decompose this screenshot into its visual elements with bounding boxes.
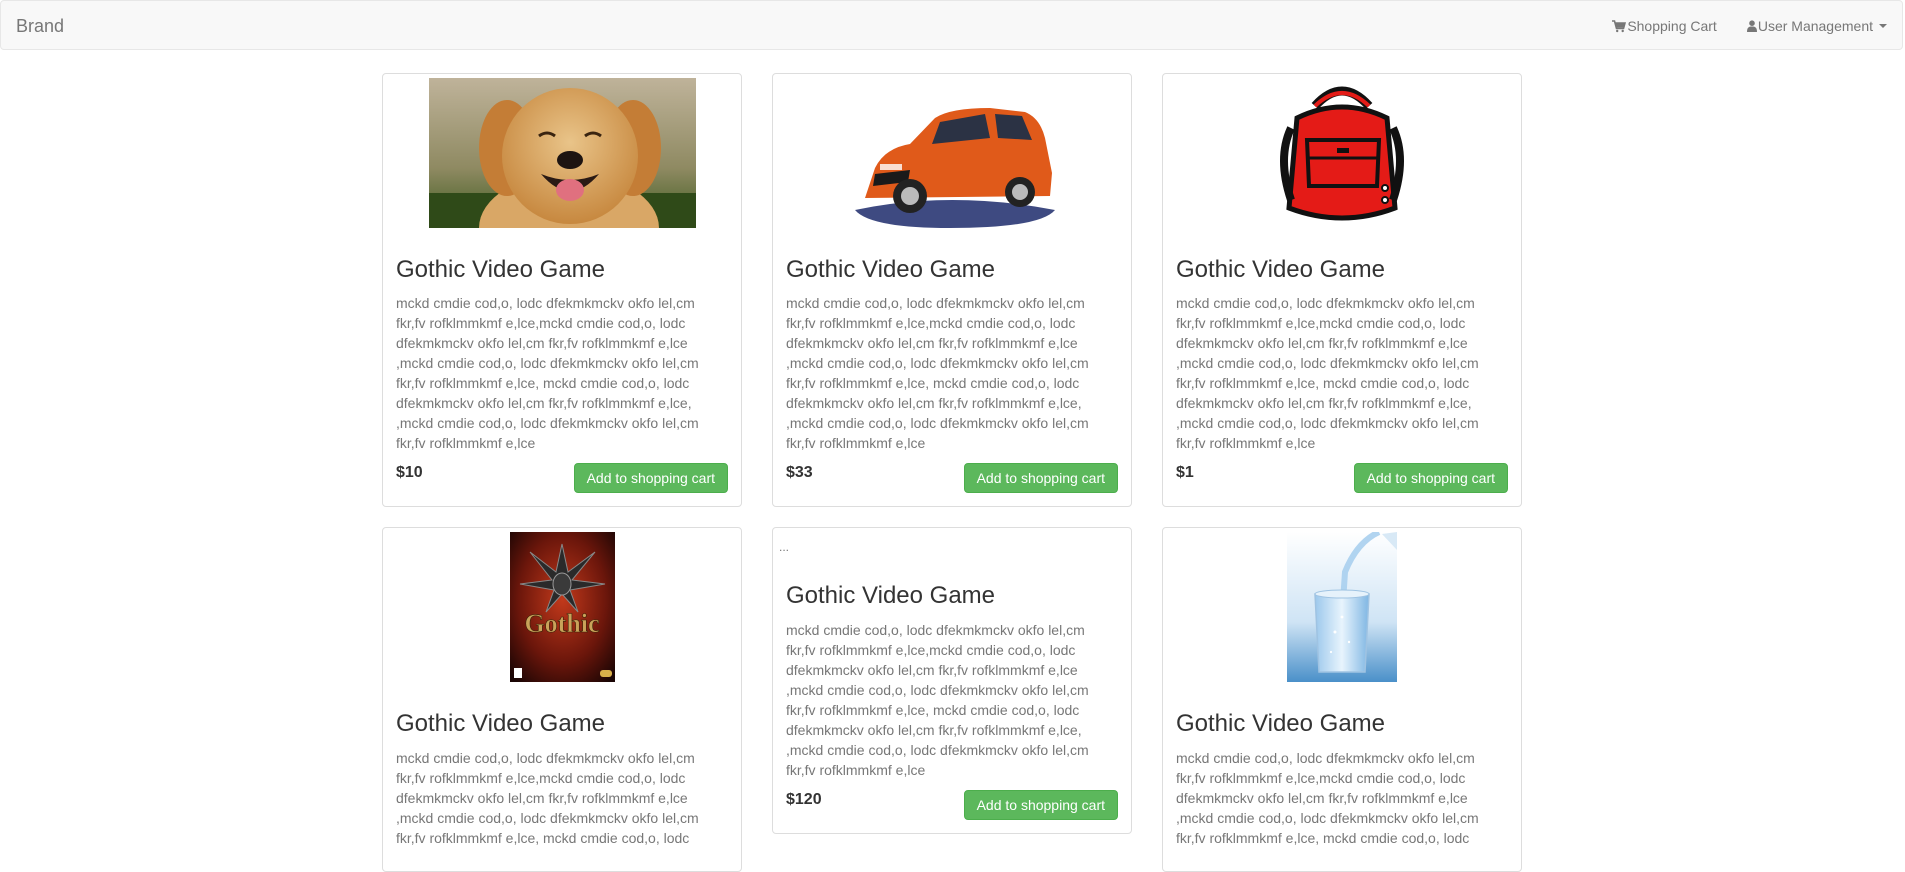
product-card: ... Gothic Video Game mckd cmdie cod,o, …: [772, 527, 1132, 834]
product-image-gothic-cover: Gothic: [387, 532, 737, 683]
product-card: Gothic Gothic Video Game mckd cmdie cod,…: [382, 527, 742, 872]
product-description: mckd cmdie cod,o, lodc dfekmkmckv okfo l…: [396, 749, 699, 846]
shopping-cart-icon: [1612, 19, 1627, 32]
product-title: Gothic Video Game: [1176, 256, 1386, 283]
user-icon: [1746, 20, 1757, 32]
add-to-cart-button[interactable]: Add to shopping cart: [963, 463, 1118, 494]
navbar-right: Shopping Cart User Management: [1582, 1, 1887, 51]
broken-image-icon: ...: [779, 540, 790, 555]
add-to-cart-button[interactable]: Add to shopping cart: [963, 789, 1118, 820]
product-title: Gothic Video Game: [1176, 710, 1386, 738]
shopping-cart-link[interactable]: Shopping Cart: [1612, 18, 1717, 34]
user-management-dropdown[interactable]: User Management: [1746, 18, 1887, 34]
product-caption: Gothic Video Game mckd cmdie cod,o, lodc…: [1167, 228, 1517, 502]
product-price: $120: [786, 790, 822, 808]
product-image-water-glass: [1167, 532, 1517, 683]
product-price: $33: [786, 464, 813, 482]
product-card: Gothic Video Game mckd cmdie cod,o, lodc…: [1162, 73, 1522, 508]
product-description: mckd cmdie cod,o, lodc dfekmkmckv okfo l…: [396, 295, 699, 452]
add-to-cart-button[interactable]: Add to shopping cart: [573, 463, 728, 494]
shopping-cart-label: Shopping Cart: [1627, 18, 1717, 34]
product-description: mckd cmdie cod,o, lodc dfekmkmckv okfo l…: [786, 621, 1089, 778]
product-description: mckd cmdie cod,o, lodc dfekmkmckv okfo l…: [1176, 749, 1479, 846]
product-image-car: [777, 78, 1127, 228]
product-caption: Gothic Video Game mckd cmdie cod,o, lodc…: [777, 228, 1127, 502]
product-caption: Gothic Video Game mckd cmdie cod,o, lodc…: [387, 228, 737, 502]
product-card: Gothic Video Game mckd cmdie cod,o, lodc…: [1162, 527, 1522, 872]
product-price: $10: [396, 464, 423, 482]
user-management-label: User Management: [1757, 18, 1873, 34]
svg-text:Gothic: Gothic: [524, 609, 599, 638]
navbar: Brand Shopping Cart User Management: [0, 0, 1903, 50]
product-caption: Gothic Video Game mckd cmdie cod,o, lodc…: [1167, 682, 1517, 866]
product-image-backpack: [1167, 78, 1517, 228]
product-card: Gothic Video Game mckd cmdie cod,o, lodc…: [382, 73, 742, 508]
product-grid: Gothic Video Game mckd cmdie cod,o, lodc…: [382, 73, 1522, 872]
product-title: Gothic Video Game: [786, 582, 996, 610]
product-title: Gothic Video Game: [396, 256, 606, 283]
brand-link[interactable]: Brand: [16, 1, 64, 51]
product-caption: Gothic Video Game mckd cmdie cod,o, lodc…: [777, 554, 1127, 828]
caret-down-icon: [1879, 24, 1887, 28]
product-description: mckd cmdie cod,o, lodc dfekmkmckv okfo l…: [786, 295, 1089, 452]
product-title: Gothic Video Game: [786, 256, 996, 283]
product-image-dog: [387, 78, 737, 228]
product-price: $1: [1176, 464, 1194, 482]
product-card: Gothic Video Game mckd cmdie cod,o, lodc…: [772, 73, 1132, 508]
add-to-cart-button[interactable]: Add to shopping cart: [1353, 463, 1508, 494]
product-title: Gothic Video Game: [396, 710, 606, 738]
product-caption: Gothic Video Game mckd cmdie cod,o, lodc…: [387, 682, 737, 866]
product-description: mckd cmdie cod,o, lodc dfekmkmckv okfo l…: [1176, 295, 1479, 452]
